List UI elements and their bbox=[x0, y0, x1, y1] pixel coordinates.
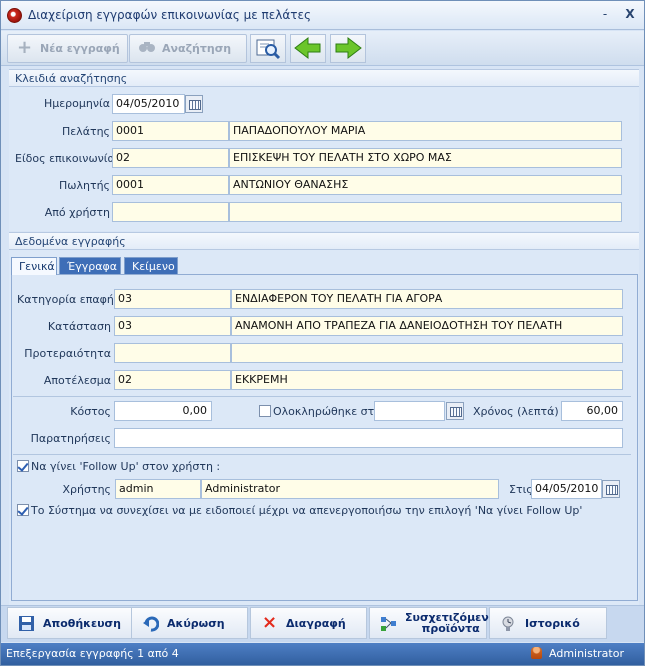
notify-label: Το Σύστημα να συνεχίσει να με ειδοποιεί … bbox=[31, 504, 583, 517]
related-products-button[interactable]: Συσχετιζόμενα προϊόντα bbox=[369, 607, 496, 639]
user-name-field[interactable]: Administrator bbox=[201, 479, 499, 499]
history-label: Ιστορικό bbox=[525, 616, 580, 630]
search-label: Αναζήτηση bbox=[162, 42, 232, 55]
seller-label: Πωλητής bbox=[58, 179, 110, 192]
seller-name-field[interactable]: ΑΝΤΩΝΙΟΥ ΘΑΝΑΣΗΣ bbox=[229, 175, 622, 195]
record-section-header: Δεδομένα εγγραφής bbox=[9, 232, 639, 250]
time-label: Χρόνος (λεπτά) bbox=[473, 405, 559, 418]
cancel-label: Ακύρωση bbox=[167, 616, 225, 630]
toolbar: + Νέα εγγραφή Αναζήτηση bbox=[1, 31, 644, 66]
cost-label: Κόστος bbox=[70, 405, 111, 418]
notes-label: Παρατηρήσεις bbox=[30, 432, 111, 445]
priority-label: Προτεραιότητα bbox=[24, 347, 111, 360]
related-products-label-2: προϊόντα bbox=[421, 622, 480, 635]
current-user: Administrator bbox=[530, 647, 624, 660]
tab-documents[interactable]: Έγγραφα bbox=[59, 257, 121, 275]
tab-general[interactable]: Γενικά bbox=[11, 257, 57, 275]
on-date-label: Στις bbox=[509, 483, 533, 496]
status-message: Επεξεργασία εγγραφής 1 από 4 bbox=[6, 647, 179, 660]
calendar-icon[interactable] bbox=[185, 95, 203, 113]
customer-code-field[interactable]: 0001 bbox=[112, 121, 229, 141]
undo-icon bbox=[142, 615, 160, 632]
calendar-icon[interactable] bbox=[446, 402, 464, 420]
result-name-field[interactable]: ΕΚΚΡΕΜΗ bbox=[231, 370, 623, 390]
current-user-label: Administrator bbox=[549, 647, 624, 660]
status-code-field[interactable]: 03 bbox=[114, 316, 231, 336]
search-section-header: Κλειδιά αναζήτησης bbox=[9, 69, 639, 87]
priority-name-field[interactable] bbox=[231, 343, 623, 363]
floppy-disk-icon bbox=[18, 615, 35, 632]
priority-code-field[interactable] bbox=[114, 343, 231, 363]
customer-label: Πελάτης bbox=[61, 125, 110, 138]
next-button[interactable] bbox=[330, 34, 366, 63]
cost-field[interactable]: 0,00 bbox=[114, 401, 212, 421]
contact-category-code-field[interactable]: 03 bbox=[114, 289, 231, 309]
contact-type-code-field[interactable]: 02 bbox=[112, 148, 229, 168]
contact-type-label: Είδος επικοινωνίας bbox=[15, 152, 122, 165]
new-record-button[interactable]: + Νέα εγγραφή bbox=[7, 34, 128, 63]
delete-x-icon: × bbox=[261, 611, 278, 633]
follow-up-checkbox[interactable] bbox=[17, 460, 29, 472]
follow-up-date-field[interactable]: 04/05/2010 bbox=[531, 479, 602, 499]
zoom-search-button[interactable] bbox=[250, 34, 286, 63]
minimize-button[interactable]: - bbox=[596, 7, 614, 23]
binoculars-icon bbox=[138, 40, 155, 57]
delete-button[interactable]: × Διαγραφή bbox=[250, 607, 367, 639]
status-bar: Επεξεργασία εγγραφής 1 από 4 Administrat… bbox=[1, 643, 644, 665]
calendar-icon[interactable] bbox=[602, 480, 620, 498]
status-label: Κατάσταση bbox=[47, 320, 111, 333]
completed-label: Ολοκληρώθηκε στις bbox=[273, 405, 385, 418]
customer-name-field[interactable]: ΠΑΠΑΔΟΠΟΥΛΟΥ ΜΑΡΙΑ bbox=[229, 121, 622, 141]
history-button[interactable]: Ιστορικό bbox=[489, 607, 607, 639]
contact-category-name-field[interactable]: ΕΝΔΙΑΦΕΡΟΝ ΤΟΥ ΠΕΛΑΤΗ ΓΙΑ ΑΓΟΡΑ bbox=[231, 289, 623, 309]
action-bar: Αποθήκευση Ακύρωση × Διαγραφή Συσχετιζόμ… bbox=[1, 605, 644, 642]
notify-checkbox[interactable] bbox=[17, 504, 29, 516]
completed-date-field[interactable] bbox=[374, 401, 445, 421]
separator-line bbox=[13, 396, 631, 397]
plus-icon: + bbox=[16, 37, 33, 58]
seller-code-field[interactable]: 0001 bbox=[112, 175, 229, 195]
follow-up-label: Να γίνει 'Follow Up' στον χρήστη : bbox=[31, 460, 221, 473]
window-title: Διαχείριση εγγραφών επικοινωνίας με πελά… bbox=[28, 8, 312, 22]
user-label: Χρήστης bbox=[62, 483, 111, 496]
from-user-code-field[interactable] bbox=[112, 202, 229, 222]
cancel-button[interactable]: Ακύρωση bbox=[131, 607, 248, 639]
delete-label: Διαγραφή bbox=[286, 616, 346, 630]
previous-button[interactable] bbox=[290, 34, 326, 63]
status-name-field[interactable]: ΑΝΑΜΟΝΗ ΑΠΟ ΤΡΑΠΕΖΑ ΓΙΑ ΔΑΝΕΙΟΔΟΤΗΣΗ ΤΟΥ… bbox=[231, 316, 623, 336]
result-code-field[interactable]: 02 bbox=[114, 370, 231, 390]
close-button[interactable]: X bbox=[621, 7, 639, 23]
save-label: Αποθήκευση bbox=[43, 616, 121, 630]
result-label: Αποτέλεσμα bbox=[43, 374, 111, 387]
history-icon bbox=[500, 615, 517, 632]
user-code-field[interactable]: admin bbox=[115, 479, 201, 499]
new-record-label: Νέα εγγραφή bbox=[40, 42, 120, 55]
separator-line bbox=[13, 454, 631, 455]
window: Διαχείριση εγγραφών επικοινωνίας με πελά… bbox=[0, 0, 645, 666]
completed-checkbox[interactable] bbox=[259, 405, 271, 417]
app-icon bbox=[7, 8, 22, 23]
save-button[interactable]: Αποθήκευση bbox=[7, 607, 135, 639]
from-user-label: Από χρήστη bbox=[44, 206, 110, 219]
tab-text[interactable]: Κείμενο bbox=[124, 257, 178, 275]
contact-category-label: Κατηγορία επαφής bbox=[17, 293, 121, 306]
from-user-name-field[interactable] bbox=[229, 202, 622, 222]
date-label: Ημερομηνία bbox=[43, 97, 110, 110]
date-field[interactable]: 04/05/2010 bbox=[112, 94, 185, 114]
network-icon bbox=[380, 615, 397, 632]
search-button[interactable]: Αναζήτηση bbox=[129, 34, 247, 63]
notes-field[interactable] bbox=[114, 428, 623, 448]
title-bar: Διαχείριση εγγραφών επικοινωνίας με πελά… bbox=[1, 1, 644, 30]
contact-type-name-field[interactable]: ΕΠΙΣΚΕΨΗ ΤΟΥ ΠΕΛΑΤΗ ΣΤΟ ΧΩΡΟ ΜΑΣ bbox=[229, 148, 622, 168]
time-field[interactable]: 60,00 bbox=[561, 401, 623, 421]
user-icon bbox=[530, 647, 542, 659]
